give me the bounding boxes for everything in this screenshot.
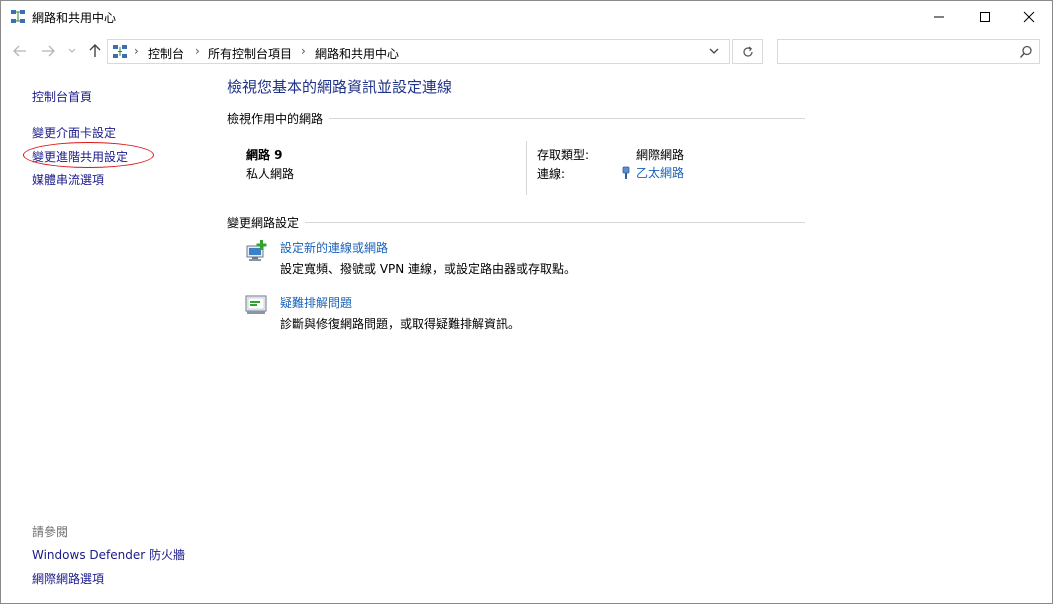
link-troubleshoot-problems[interactable]: 疑難排解問題 xyxy=(280,294,352,311)
network-profile-type: 私人網路 xyxy=(246,167,295,181)
setup-connection-description: 設定寬頻、撥號或 VPN 連線，或設定路由器或存取點。 xyxy=(280,262,577,276)
control-panel-icon xyxy=(113,45,127,58)
change-settings-header: 變更網路設定 xyxy=(227,214,306,231)
close-button[interactable] xyxy=(1006,1,1052,32)
breadcrumb-all-items[interactable]: 所有控制台項目 xyxy=(208,45,292,62)
breadcrumb-separator-icon: › xyxy=(301,44,306,58)
connection-ethernet-link[interactable]: 乙太網路 xyxy=(620,164,684,181)
red-annotation-circle xyxy=(23,142,154,168)
breadcrumb-separator-icon: › xyxy=(134,44,139,58)
up-arrow-icon xyxy=(89,44,101,57)
link-control-panel-home[interactable]: 控制台首頁 xyxy=(32,88,92,105)
access-type-value: 網際網路 xyxy=(636,148,685,162)
window-title: 網路和共用中心 xyxy=(32,11,117,25)
link-media-streaming[interactable]: 媒體串流選項 xyxy=(32,171,104,188)
network-center-icon xyxy=(11,10,25,23)
access-type-label: 存取類型: xyxy=(537,148,590,162)
new-connection-icon xyxy=(246,240,267,261)
minimize-icon xyxy=(934,16,944,17)
troubleshoot-icon xyxy=(245,295,267,314)
recent-locations-button[interactable] xyxy=(63,42,81,60)
link-internet-options[interactable]: 網際網路選項 xyxy=(32,570,104,587)
refresh-icon xyxy=(742,46,753,57)
maximize-icon xyxy=(980,11,990,22)
network-name: 網路 9 xyxy=(246,148,283,162)
breadcrumb-control-panel[interactable]: 控制台 xyxy=(148,45,184,62)
address-bar[interactable]: › 控制台 › 所有控制台項目 › 網路和共用中心 xyxy=(107,39,730,64)
search-input[interactable] xyxy=(777,39,1040,64)
breadcrumb-network-center[interactable]: 網路和共用中心 xyxy=(315,45,399,62)
link-setup-new-connection[interactable]: 設定新的連線或網路 xyxy=(280,239,388,256)
navigation-bar: › 控制台 › 所有控制台項目 › 網路和共用中心 xyxy=(1,36,1052,68)
forward-button[interactable] xyxy=(39,42,57,60)
close-icon xyxy=(1023,11,1035,22)
page-title: 檢視您基本的網路資訊並設定連線 xyxy=(227,78,453,96)
maximize-button[interactable] xyxy=(962,1,1008,32)
connections-label: 連線: xyxy=(537,167,566,181)
window: 網路和共用中心 › 控制台 › 所有控制台項目 › 網路和共用中心 控制台首頁 … xyxy=(0,0,1053,604)
network-info-divider xyxy=(526,141,527,195)
back-arrow-icon xyxy=(13,45,26,57)
back-button[interactable] xyxy=(11,42,29,60)
refresh-button[interactable] xyxy=(732,39,763,64)
address-dropdown-button[interactable] xyxy=(708,45,724,59)
link-change-adapter-settings[interactable]: 變更介面卡設定 xyxy=(32,124,116,141)
title-bar[interactable]: 網路和共用中心 xyxy=(1,1,1052,32)
connections-value: 乙太網路 xyxy=(636,166,685,180)
troubleshoot-description: 診斷與修復網路問題，或取得疑難排解資訊。 xyxy=(280,317,521,331)
link-windows-firewall[interactable]: Windows Defender 防火牆 xyxy=(32,546,185,563)
minimize-button[interactable] xyxy=(916,1,962,32)
chevron-down-icon xyxy=(68,48,76,53)
see-also-label: 請參閱 xyxy=(32,525,69,539)
breadcrumb-separator-icon: › xyxy=(195,44,200,58)
ethernet-cable-icon xyxy=(622,166,630,179)
active-networks-header: 檢視作用中的網路 xyxy=(227,110,330,127)
chevron-down-icon xyxy=(709,48,719,54)
search-icon xyxy=(1019,45,1032,58)
forward-arrow-icon xyxy=(42,45,55,57)
section-divider xyxy=(227,222,805,223)
up-button[interactable] xyxy=(86,42,104,60)
